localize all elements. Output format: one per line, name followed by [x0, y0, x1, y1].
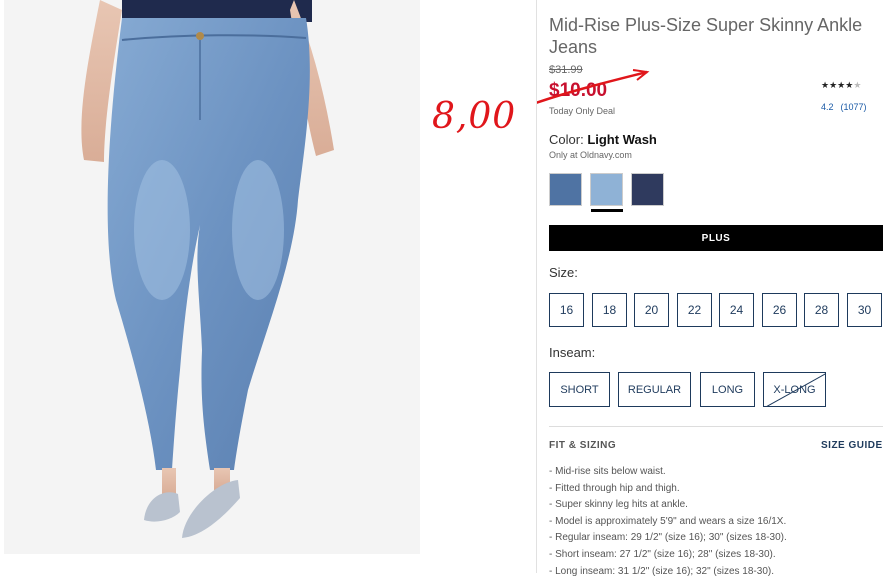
review-count: (1077) [840, 102, 867, 112]
sale-price: $10.00 [549, 80, 608, 101]
section-divider [549, 426, 883, 427]
inseam-option-label: SHORT [560, 383, 599, 396]
color-swatch-dark-wash[interactable] [631, 173, 664, 206]
inseam-option-regular[interactable]: REGULAR [618, 372, 691, 407]
handwritten-price-annotation: 8,00 [432, 96, 517, 137]
fit-type-plus-button[interactable]: PLUS [549, 225, 883, 251]
color-label-prefix: Color: [549, 132, 584, 147]
list-item: Mid-rise sits below waist. [549, 464, 787, 481]
fit-sizing-heading: FIT & SIZING [549, 440, 617, 451]
size-option-20[interactable]: 20 [634, 293, 669, 327]
size-option-22[interactable]: 22 [677, 293, 712, 327]
list-item: Model is approximately 5'9" and wears a … [549, 514, 787, 531]
rating-summary[interactable]: 4.2 (1077) [821, 102, 867, 112]
size-label: Size: [549, 265, 578, 280]
model-in-jeans-illustration [81, 0, 334, 538]
unavailable-slash-icon [766, 373, 825, 406]
star-empty-icon: ★ [853, 80, 862, 90]
list-item: Short inseam: 27 1/2" (size 16); 28" (si… [549, 547, 787, 564]
size-option-18[interactable]: 18 [592, 293, 627, 327]
inseam-option-x-long-unavailable[interactable]: X-LONG [763, 372, 826, 407]
rating-value: 4.2 [821, 102, 834, 112]
inseam-label: Inseam: [549, 345, 596, 360]
color-swatch-medium-wash[interactable] [549, 173, 582, 206]
size-guide-link[interactable]: SIZE GUIDE [821, 440, 883, 451]
inseam-option-label: REGULAR [627, 383, 682, 396]
list-item: Long inseam: 31 1/2" (size 16); 32" (siz… [549, 564, 787, 580]
selected-swatch-indicator [591, 209, 623, 212]
inseam-option-label: LONG [711, 383, 744, 396]
list-item: Fitted through hip and thigh. [549, 481, 787, 498]
size-option-26[interactable]: 26 [762, 293, 797, 327]
fit-sizing-list: Mid-rise sits below waist. Fitted throug… [549, 464, 787, 580]
selected-color-name: Light Wash [587, 132, 657, 147]
product-image[interactable] [4, 0, 420, 554]
inseam-option-short[interactable]: SHORT [549, 372, 610, 407]
product-title: Mid-Rise Plus-Size Super Skinny Ankle Je… [549, 15, 863, 57]
list-item: Regular inseam: 29 1/2" (size 16); 30" (… [549, 530, 787, 547]
inseam-option-long[interactable]: LONG [700, 372, 755, 407]
size-option-16[interactable]: 16 [549, 293, 584, 327]
deal-label: Today Only Deal [549, 106, 616, 116]
star-icon: ★ [829, 80, 838, 90]
color-swatch-light-wash[interactable] [590, 173, 623, 206]
list-item: Super skinny leg hits at ankle. [549, 497, 787, 514]
size-option-30[interactable]: 30 [847, 293, 882, 327]
star-icon: ★ [821, 80, 830, 90]
original-price: $31.99 [549, 64, 583, 76]
size-option-28[interactable]: 28 [804, 293, 839, 327]
product-details-panel: Mid-Rise Plus-Size Super Skinny Ankle Je… [536, 0, 891, 577]
size-option-24[interactable]: 24 [719, 293, 754, 327]
rating-stars[interactable]: ★★★★★ [821, 80, 861, 91]
color-label: Color: Light Wash [549, 132, 657, 147]
availability-note: Only at Oldnavy.com [549, 150, 632, 160]
